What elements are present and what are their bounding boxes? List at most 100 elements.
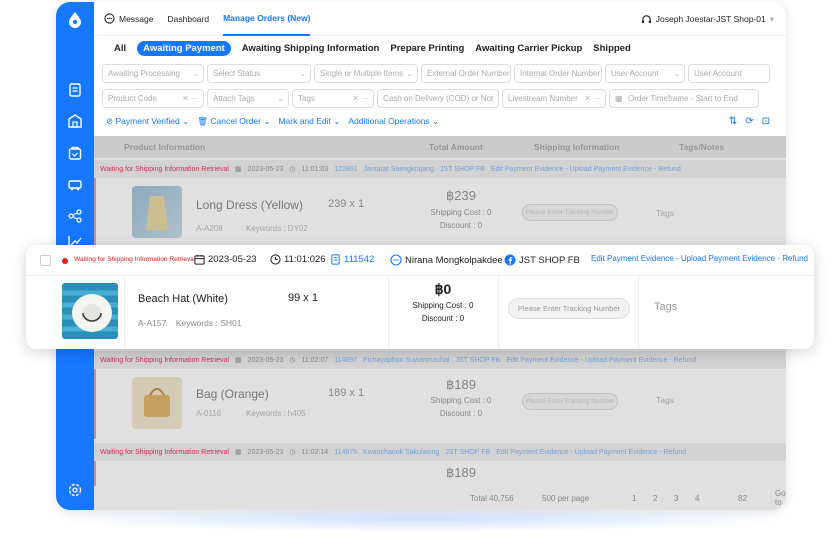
order-number[interactable]: 122861 (334, 166, 357, 173)
order-timeframe-picker[interactable]: ▦ Order Timeframe - Start to End (609, 89, 759, 108)
user-menu[interactable]: Joseph Joestar-JST Shop-01 ▾ (641, 2, 774, 36)
tracking-input[interactable]: Please Enter Tracking Number (522, 204, 618, 221)
message-tab[interactable]: Message (104, 13, 154, 24)
tab-awaiting-carrier-pickup[interactable]: Awaiting Carrier Pickup (475, 43, 582, 54)
app-logo-icon (69, 12, 81, 28)
order-status: Waiting for Shipping Information Retriev… (100, 356, 229, 364)
page-4[interactable]: 4 (695, 494, 699, 503)
chevron-down-icon: ⌄ (192, 69, 199, 78)
cancel-order-label: Cancel Order (210, 116, 261, 126)
external-order-input[interactable]: External Order Number (421, 64, 511, 83)
tags-input[interactable]: Tags ✕ ··· (292, 89, 374, 108)
clear-icon: ✕ ··· (584, 94, 601, 103)
tab-prepare-printing[interactable]: Prepare Printing (390, 43, 464, 54)
shipping-cost: Shipping Cost : 0 (430, 208, 492, 217)
document-icon[interactable] (67, 82, 83, 98)
product-qty: 99 x 1 (288, 292, 318, 304)
settings-icon[interactable] (67, 482, 83, 498)
additional-operations-label: Additional Operations (348, 116, 430, 126)
page-last[interactable]: 82 (738, 494, 747, 503)
header-tags: Tags/Notes (679, 142, 725, 152)
order-time: 11:01:03 (301, 165, 329, 173)
shipping-icon[interactable] (67, 176, 83, 192)
export-icon[interactable]: ⊡ (762, 116, 770, 127)
tab-shipped[interactable]: Shipped (593, 43, 630, 54)
tracking-input[interactable]: Please Enter Tracking Number (508, 298, 630, 319)
page-2[interactable]: 2 (653, 494, 657, 503)
status-select[interactable]: Select Status ⌄ (207, 64, 311, 83)
livestream-input[interactable]: Livestream Number ✕ ··· (502, 89, 606, 108)
tags-field[interactable]: Tags (656, 395, 674, 405)
store-icon[interactable] (67, 113, 83, 129)
top-nav: Message Dashboard Manage Orders (New) Jo… (94, 2, 786, 36)
buyer-item[interactable]: Nirana Mongkolpakdee (390, 254, 503, 266)
cancel-order-button[interactable]: 🗑 Cancel Order ⌄ (197, 116, 270, 127)
tags-field[interactable]: Tags (654, 301, 677, 313)
buyer-name[interactable]: Kwanchanok Sakulwong (363, 449, 439, 456)
order-date: 2023-05-23 (247, 448, 284, 456)
product-thumbnail (132, 186, 182, 238)
processing-select-label: Awaiting Processing (108, 69, 180, 78)
order-price: ฿189 (446, 377, 476, 392)
shipping-cost: Shipping Cost : 0 (412, 301, 474, 310)
mark-edit-button[interactable]: Mark and Edit ⌄ (278, 116, 340, 127)
payment-links[interactable]: Edit Payment Evidence - Upload Payment E… (491, 166, 681, 173)
external-order-placeholder: External Order Number (427, 69, 510, 78)
page-1[interactable]: 1 (632, 494, 636, 503)
clock-icon: ◷ (289, 449, 296, 456)
buyer-name[interactable]: Pichayaphon Suwanmachai (363, 357, 449, 364)
payment-links[interactable]: Edit Payment Evidence - Upload Payment E… (496, 449, 686, 456)
total-count: Total 40,756 (470, 493, 514, 503)
additional-operations-button[interactable]: Additional Operations ⌄ (348, 116, 439, 127)
internal-order-input[interactable]: Internal Order Number (514, 64, 602, 83)
header-product: Product Information (124, 142, 206, 152)
per-page-select[interactable]: 500 per page (542, 494, 589, 503)
attach-tags-select[interactable]: Attach Tags ⌄ (207, 89, 289, 108)
shop-name: JST SHOP FB (445, 448, 491, 456)
chevron-down-icon: ▾ (769, 14, 774, 24)
tab-awaiting-payment[interactable]: Awaiting Payment (137, 41, 231, 56)
tab-awaiting-shipping-information[interactable]: Awaiting Shipping Information (242, 43, 380, 54)
items-select-label: Single or Multiple Items (320, 69, 404, 78)
dashboard-tab[interactable]: Dashboard (168, 14, 210, 24)
chevron-down-icon: ⌄ (406, 69, 413, 78)
order-date-item: 2023-05-23 (194, 254, 257, 265)
order-price: ฿189 (446, 465, 476, 480)
orders-icon[interactable] (67, 145, 83, 161)
share-icon[interactable] (67, 208, 83, 224)
refresh-icon[interactable]: ⟳ (745, 116, 753, 127)
shop-name: JST SHOP FB (440, 165, 485, 173)
select-checkbox[interactable] (40, 255, 51, 266)
items-select[interactable]: Single or Multiple Items ⌄ (314, 64, 418, 83)
mark-edit-label: Mark and Edit (278, 116, 331, 126)
divider (638, 276, 639, 349)
cod-select[interactable]: Cash on Delivery (COD) or Not (377, 89, 499, 108)
payment-verified-button[interactable]: ⊘ Payment Verified ⌄ (106, 116, 189, 127)
order-number-item[interactable]: 111542 (330, 254, 374, 265)
product-code-input[interactable]: Product Code ✕ ··· (102, 89, 204, 108)
tab-all[interactable]: All (114, 43, 126, 54)
page-3[interactable]: 3 (674, 494, 678, 503)
user-account-input[interactable]: User Account (688, 64, 770, 83)
payment-links[interactable]: Edit Payment Evidence - Upload Payment E… (591, 254, 808, 263)
internal-order-placeholder: Internal Order Number (520, 69, 601, 78)
order-costs: Shipping Cost : 0 Discount : 0 (388, 299, 498, 325)
order-date: 2023-05-23 (247, 165, 284, 173)
product-keywords: Keywords : SH01 (175, 318, 242, 328)
bulk-actions: ⊘ Payment Verified ⌄ 🗑 Cancel Order ⌄ Ma… (106, 116, 439, 127)
manage-orders-tab[interactable]: Manage Orders (New) (223, 2, 311, 36)
order-number[interactable]: 114876 (334, 449, 357, 456)
payment-links[interactable]: Edit Payment Evidence - Upload Payment E… (506, 357, 696, 364)
sort-icon[interactable]: ⇅ (729, 116, 737, 127)
product-name: Bag (Orange) (196, 387, 269, 401)
order-time: 11:02:14 (301, 448, 329, 456)
divider (498, 276, 499, 349)
buyer-name[interactable]: Jantarat Saengkrajang (364, 166, 434, 173)
processing-select[interactable]: Awaiting Processing ⌄ (102, 64, 204, 83)
user-account-select[interactable]: User Account ⌄ (605, 64, 685, 83)
product-code: A-0116 (196, 409, 222, 418)
order-number[interactable]: 114897 (334, 357, 357, 364)
tags-field[interactable]: Tags (656, 208, 674, 218)
order-row: Long Dress (Yellow) 239 x 1 A-A208 Keywo… (94, 178, 786, 248)
tracking-input[interactable]: Please Enter Tracking Number (522, 393, 618, 410)
